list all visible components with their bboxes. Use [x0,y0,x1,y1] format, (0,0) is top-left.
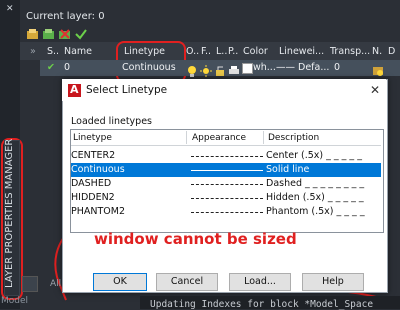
linetype-row-center2[interactable]: CENTER2 Center (.5x) _ _ _ _ _ [71,149,381,163]
linetype-row-hidden2[interactable]: HIDDEN2 Hidden (.5x) _ _ _ _ _ [71,191,381,205]
linetype-sample [191,170,263,171]
linetype-row-dashed[interactable]: DASHED Dashed _ _ _ _ _ _ _ _ [71,177,381,191]
command-line-text: Updating Indexes for block *Model_Space [150,299,374,310]
list-col-appearance[interactable]: Appearance [192,133,246,143]
linetype-name: PHANTOM2 [71,206,125,217]
ok-button[interactable]: OK [93,273,147,291]
cancel-button[interactable]: Cancel [156,273,218,291]
linetype-row-phantom2[interactable]: PHANTOM2 Phantom (.5x) _ _ _ _ [71,205,381,219]
dialog-close-icon[interactable]: ✕ [370,83,380,97]
linetype-name: Continuous [71,164,125,175]
filter-all-label[interactable]: All [50,279,61,289]
linetype-row-continuous[interactable]: Continuous Solid line [71,163,381,177]
linetype-name: CENTER2 [71,150,116,161]
linetype-name: DASHED [71,178,112,189]
linetype-desc: Center (.5x) _ _ _ _ _ [266,150,362,161]
linetype-sample [191,212,263,213]
linetype-desc: Phantom (.5x) _ _ _ _ [266,206,365,217]
annotation-text: window cannot be sized [94,230,297,248]
list-col-linetype[interactable]: Linetype [73,133,112,143]
linetype-desc: Hidden (.5x) _ _ _ _ _ [266,192,364,203]
linetype-sample [191,198,263,199]
linetype-desc: Solid line [266,164,310,175]
help-button[interactable]: Help [302,273,364,291]
linetype-desc: Dashed _ _ _ _ _ _ _ _ [266,178,365,189]
linetype-name: HIDDEN2 [71,192,115,203]
list-col-description[interactable]: Description [268,133,319,143]
col-divider [186,131,187,144]
loaded-linetypes-label: Loaded linetypes [71,116,153,127]
dialog-title: Select Linetype [86,84,168,96]
linetype-sample [191,156,263,157]
load-button[interactable]: Load... [229,273,291,291]
col-divider [263,131,264,144]
layer-states-icon[interactable] [22,276,38,292]
linetype-sample [191,184,263,185]
autocad-logo-icon: A [68,83,81,97]
